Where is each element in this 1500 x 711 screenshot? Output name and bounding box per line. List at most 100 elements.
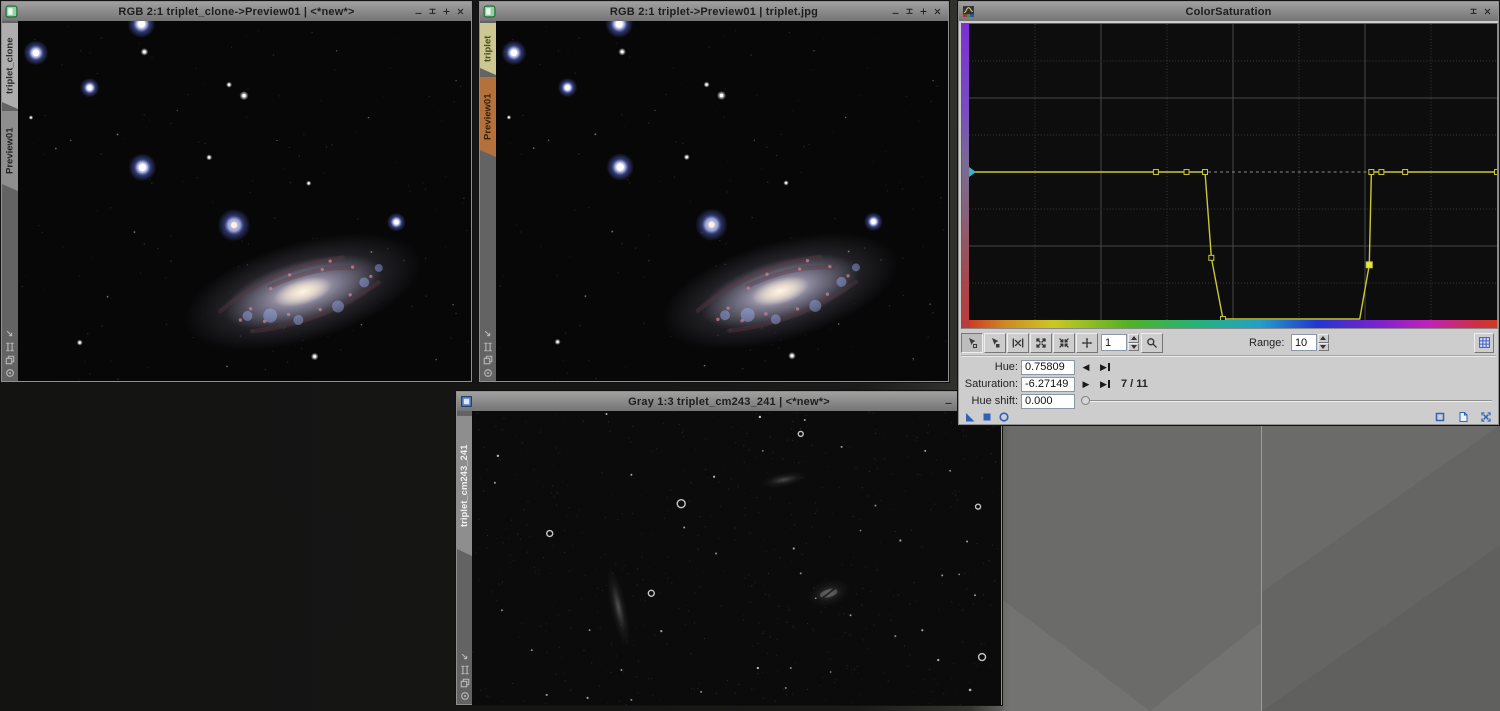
image-window-icon (5, 5, 18, 18)
layers-icon[interactable] (460, 678, 470, 688)
image-canvas-rgb-clone[interactable] (18, 21, 471, 382)
close-icon[interactable] (454, 5, 467, 18)
range-up-button[interactable] (1317, 334, 1329, 343)
image-canvas-rgb[interactable] (496, 21, 948, 381)
reset-button[interactable] (1478, 410, 1493, 424)
previous-point-button[interactable]: ◀ (1078, 360, 1094, 374)
layers-icon[interactable] (5, 355, 15, 365)
view-tab-main[interactable]: triplet_clone (2, 23, 18, 109)
view-tab-preview01[interactable]: Preview01 (480, 77, 496, 157)
window-side-tools (457, 652, 472, 701)
last-point-button[interactable]: ▶ (1097, 377, 1113, 391)
image-window-gray: Gray 1:3 triplet_cm243_241 | <*new*> tri… (455, 390, 1003, 706)
minimize-icon[interactable] (412, 5, 425, 18)
saturation-row: Saturation: ▶ ▶ 7 / 11 (958, 376, 1499, 392)
image-canvas-gray[interactable] (472, 411, 1001, 705)
window-titlebar[interactable]: RGB 2:1 triplet_clone->Preview01 | <*new… (2, 2, 471, 21)
next-point-button[interactable]: ▶ (1078, 377, 1094, 391)
hue-shift-label: Hue shift: (971, 395, 1018, 407)
se-arrow-icon[interactable] (483, 329, 493, 339)
window-title: RGB 2:1 triplet->Preview01 | triplet.jpg (609, 5, 819, 18)
image-window-icon (483, 5, 496, 18)
hue-shift-row: Hue shift: (958, 393, 1499, 409)
hue-label: Hue: (994, 361, 1018, 373)
close-icon[interactable] (931, 5, 944, 18)
colorsaturation-dialog: ColorSaturation 1 Range: 10 Hue: 0.75809… (957, 0, 1500, 426)
separator (961, 355, 1496, 357)
pan-mode-button[interactable] (1076, 332, 1098, 353)
window-title: Gray 1:3 triplet_cm243_241 | <*new*> (628, 395, 830, 408)
image-window-icon (460, 395, 473, 408)
shade-icon[interactable] (426, 5, 439, 18)
saturation-label: Saturation: (964, 378, 1018, 390)
view-selector-strip: triplet Preview01 (480, 21, 496, 381)
view-tab-preview01[interactable]: Preview01 (2, 111, 18, 191)
zoom-up-button[interactable] (1128, 334, 1139, 343)
saturation-curve-plot[interactable] (969, 24, 1497, 320)
hue-input[interactable] (1021, 359, 1075, 375)
view-selector-strip: triplet_cm243_241 (457, 411, 472, 704)
view-tab-main[interactable]: triplet_cm243_241 (457, 416, 472, 556)
shade-icon[interactable] (1467, 5, 1480, 18)
new-instance-button[interactable] (962, 410, 977, 424)
apply-button[interactable] (979, 410, 994, 424)
curve-editor[interactable] (961, 23, 1498, 329)
window-titlebar[interactable]: RGB 2:1 triplet->Preview01 | triplet.jpg (480, 2, 948, 21)
frame-icon[interactable] (5, 342, 15, 352)
minimize-icon[interactable] (889, 5, 902, 18)
dialog-title: ColorSaturation (1185, 5, 1272, 18)
realtime-preview-button[interactable] (996, 410, 1011, 424)
hue-shift-input[interactable] (1021, 393, 1075, 409)
target-icon[interactable] (483, 368, 493, 378)
image-window-triplet-clone: RGB 2:1 triplet_clone->Preview01 | <*new… (0, 0, 473, 383)
frame-icon[interactable] (483, 342, 493, 352)
layers-icon[interactable] (483, 355, 493, 365)
zoom-in-button[interactable] (1030, 332, 1052, 353)
image-window-triplet: RGB 2:1 triplet->Preview01 | triplet.jpg… (478, 0, 950, 383)
range-down-button[interactable] (1317, 342, 1329, 351)
window-side-tools (480, 329, 496, 378)
view-tab-main[interactable]: triplet (480, 23, 496, 75)
grid-toggle-button[interactable] (1474, 332, 1494, 353)
zoom-value-input[interactable] (1101, 334, 1127, 351)
browse-documentation-button[interactable] (1432, 410, 1447, 424)
shade-icon[interactable] (903, 5, 916, 18)
process-bottom-bar (962, 409, 1495, 425)
maximize-icon[interactable] (440, 5, 453, 18)
point-index: 7 / 11 (1121, 378, 1148, 390)
target-icon[interactable] (5, 368, 15, 378)
range-label: Range: (1249, 336, 1285, 349)
se-arrow-icon[interactable] (460, 652, 470, 662)
window-side-tools (2, 329, 18, 378)
hue-row: Hue: ◀ ▶ (958, 359, 1499, 375)
dialog-titlebar[interactable]: ColorSaturation (959, 2, 1498, 21)
zoom-out-button[interactable] (1053, 332, 1075, 353)
select-point-mode-button[interactable] (984, 332, 1006, 353)
range-value-input[interactable] (1290, 334, 1317, 351)
se-arrow-icon[interactable] (5, 329, 15, 339)
close-icon[interactable] (1481, 5, 1494, 18)
colorsaturation-app-icon (962, 5, 975, 18)
range-spinner (1290, 334, 1329, 351)
pixinsight-workspace: RGB 2:1 triplet_clone->Preview01 | <*new… (0, 0, 1500, 711)
wallpaper-line (1261, 425, 1262, 711)
zoom-1-1-button[interactable] (1141, 332, 1163, 353)
target-icon[interactable] (460, 691, 470, 701)
hue-shift-slider[interactable] (1081, 396, 1492, 405)
last-point-button[interactable]: ▶ (1097, 360, 1113, 374)
window-title: RGB 2:1 triplet_clone->Preview01 | <*new… (118, 5, 355, 18)
frame-icon[interactable] (460, 665, 470, 675)
edit-instance-source-button[interactable] (1455, 410, 1470, 424)
maximize-icon[interactable] (917, 5, 930, 18)
slider-thumb[interactable] (1081, 396, 1090, 405)
zoom-spinner (1101, 334, 1139, 351)
saturation-input[interactable] (1021, 376, 1075, 392)
view-selector-strip: triplet_clone Preview01 (2, 21, 18, 381)
delete-point-mode-button[interactable] (1007, 332, 1029, 353)
minimize-icon[interactable] (942, 395, 955, 408)
range-group: Range: (1249, 334, 1331, 352)
saturation-axis-strip (962, 24, 969, 328)
edit-point-mode-button[interactable] (961, 332, 983, 353)
zoom-down-button[interactable] (1128, 342, 1139, 351)
window-titlebar[interactable]: Gray 1:3 triplet_cm243_241 | <*new*> (457, 392, 1001, 411)
